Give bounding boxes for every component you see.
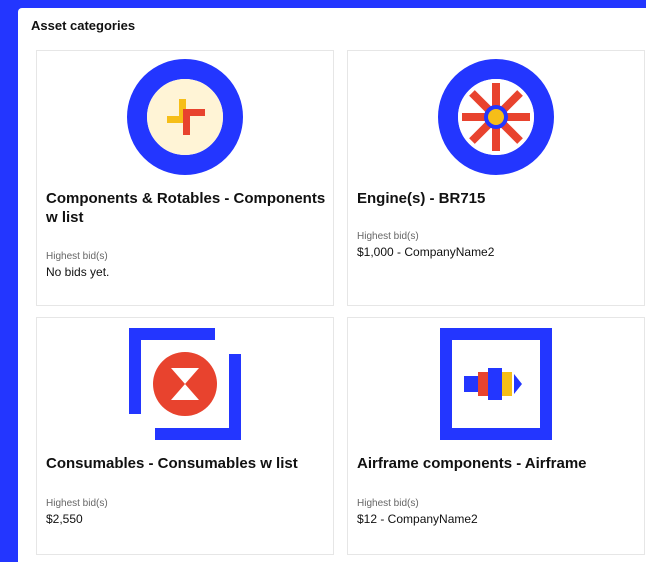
- highest-bid-value: $1,000 - CompanyName2: [357, 245, 495, 259]
- category-title: Engine(s) - BR715: [357, 190, 486, 207]
- category-title: Consumables - Consumables w list: [46, 455, 298, 472]
- highest-bid-label: Highest bid(s): [46, 251, 108, 262]
- components-rotables-icon: [127, 59, 243, 175]
- engine-icon: [438, 59, 554, 175]
- highest-bid-label: Highest bid(s): [357, 231, 419, 242]
- highest-bid-value: $2,550: [46, 512, 83, 526]
- consumables-icon: [127, 326, 243, 442]
- highest-bid-value: No bids yet.: [46, 265, 110, 279]
- category-card-airframe[interactable]: Airframe components - Airframe Highest b…: [347, 317, 645, 555]
- category-title: Airframe components - Airframe: [357, 455, 587, 472]
- section-title: Asset categories: [31, 18, 136, 33]
- category-card-engines[interactable]: Engine(s) - BR715 Highest bid(s) $1,000 …: [347, 50, 645, 306]
- highest-bid-label: Highest bid(s): [46, 498, 108, 509]
- asset-categories-panel: Asset categories Components & Rotables -…: [18, 8, 646, 562]
- category-card-consumables[interactable]: Consumables - Consumables w list Highest…: [36, 317, 334, 555]
- category-card-components-rotables[interactable]: Components & Rotables - Components w lis…: [36, 50, 334, 306]
- highest-bid-label: Highest bid(s): [357, 498, 419, 509]
- airframe-icon: [438, 326, 554, 442]
- highest-bid-value: $12 - CompanyName2: [357, 512, 478, 526]
- category-title: Components & Rotables - Components w lis…: [46, 190, 326, 226]
